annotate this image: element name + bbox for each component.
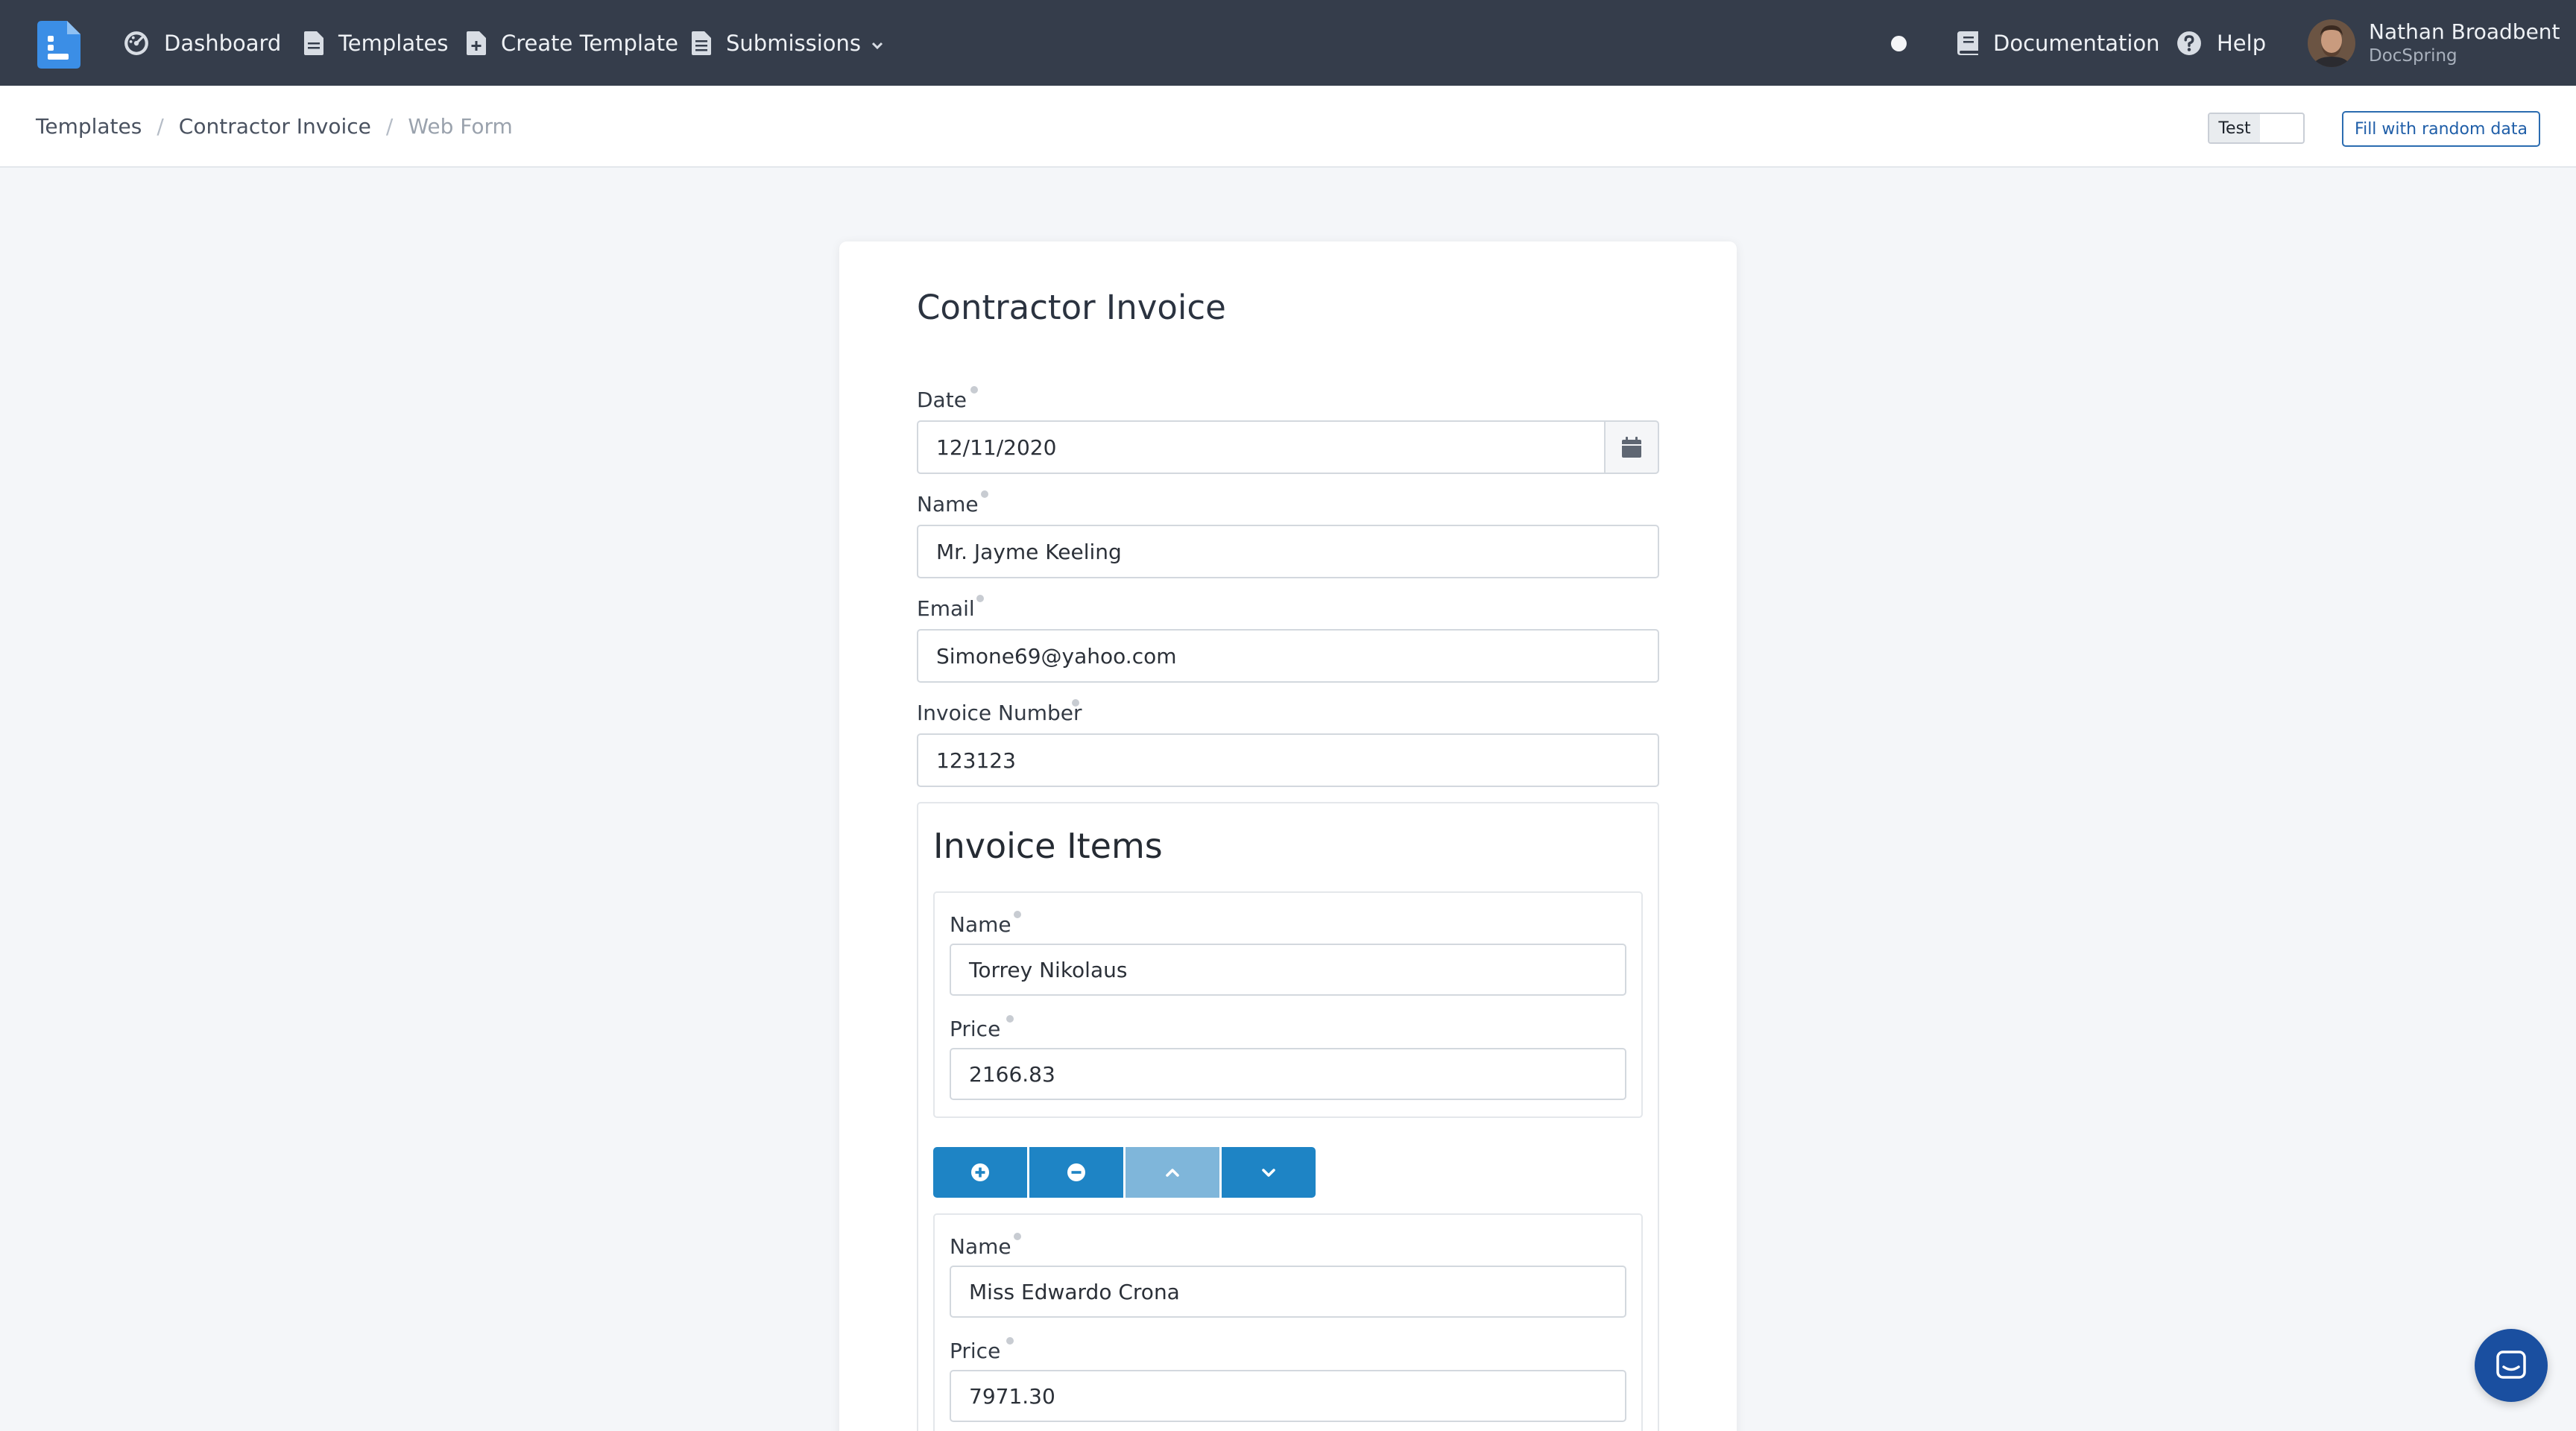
breadcrumb: Templates / Contractor Invoice / Web For… (36, 114, 513, 139)
required-indicator (976, 595, 984, 602)
breadcrumb-web-form: Web Form (408, 114, 513, 139)
required-indicator (1014, 911, 1021, 918)
item-name-input[interactable]: Torrey Nikolaus (950, 944, 1626, 996)
move-item-down-button[interactable] (1222, 1147, 1316, 1198)
name-input[interactable]: Mr. Jayme Keeling (917, 525, 1659, 578)
web-form-card: Contractor Invoice Date 12/11/2020 Name … (839, 241, 1737, 1431)
chat-launcher-button[interactable] (2475, 1329, 2548, 1402)
remove-item-button[interactable] (1029, 1147, 1123, 1198)
required-indicator (1014, 1233, 1021, 1240)
nav-templates-label: Templates (338, 30, 449, 56)
breadcrumb-separator: / (157, 114, 164, 139)
date-input[interactable]: 12/11/2020 (917, 420, 1606, 474)
item-array-controls (933, 1147, 1316, 1198)
date-label: Date (917, 388, 967, 412)
invoice-items-title: Invoice Items (933, 826, 1163, 866)
nav-help-label: Help (2217, 30, 2267, 56)
item-name-label: Name (950, 912, 1011, 937)
required-indicator (1072, 699, 1079, 707)
form-title: Contractor Invoice (917, 288, 1226, 327)
page-header: Templates / Contractor Invoice / Web For… (0, 86, 2576, 168)
fill-random-data-button[interactable]: Fill with random data (2342, 111, 2540, 147)
nav-create-template-label: Create Template (501, 30, 678, 56)
dashboard-icon (124, 31, 148, 55)
nav-dashboard-label: Dashboard (164, 30, 282, 56)
breadcrumb-separator: / (385, 114, 394, 139)
email-input[interactable]: Simone69@yahoo.com (917, 629, 1659, 683)
item-price-input[interactable]: 7971.30 (950, 1370, 1626, 1422)
chat-icon (2496, 1351, 2526, 1379)
nav-templates[interactable]: Templates (304, 0, 448, 86)
test-mode-toggle[interactable]: Test (2208, 113, 2305, 144)
breadcrumb-contractor-invoice[interactable]: Contractor Invoice (179, 114, 371, 139)
user-name[interactable]: Nathan Broadbent (2369, 19, 2560, 44)
invoice-number-label: Invoice Number (917, 701, 1082, 725)
name-label: Name (917, 492, 979, 517)
file-plus-icon (467, 31, 486, 55)
plus-circle-icon (971, 1163, 989, 1181)
nav-help[interactable]: Help (2176, 0, 2266, 86)
nav-documentation[interactable]: Documentation (1957, 0, 2160, 86)
nav-submissions[interactable]: Submissions (692, 0, 885, 86)
question-circle-icon (2177, 31, 2201, 55)
item-price-label: Price (950, 1017, 1001, 1041)
top-navbar: Dashboard Templates Create Template Subm… (0, 0, 2576, 86)
chevron-down-icon (1262, 1169, 1275, 1177)
nav-documentation-label: Documentation (1993, 30, 2160, 56)
add-item-button[interactable] (933, 1147, 1027, 1198)
item-name-label: Name (950, 1234, 1011, 1259)
date-picker-button[interactable] (1604, 420, 1659, 474)
file-lines-icon (692, 31, 711, 55)
calendar-icon (1622, 437, 1641, 458)
nav-create-template[interactable]: Create Template (467, 0, 678, 86)
item-name-input[interactable]: Miss Edwardo Crona (950, 1266, 1626, 1318)
nav-dashboard[interactable]: Dashboard (124, 0, 281, 86)
move-item-up-button[interactable] (1126, 1147, 1219, 1198)
chevron-up-icon (1166, 1169, 1179, 1177)
file-icon (304, 31, 323, 55)
required-indicator (1006, 1015, 1014, 1023)
email-label: Email (917, 596, 975, 621)
nav-submissions-label: Submissions (726, 30, 862, 56)
required-indicator (970, 386, 978, 394)
item-price-input[interactable]: 2166.83 (950, 1048, 1626, 1100)
invoice-number-input[interactable]: 123123 (917, 733, 1659, 787)
breadcrumb-templates[interactable]: Templates (36, 114, 142, 139)
required-indicator (981, 490, 988, 498)
test-mode-label: Test (2209, 114, 2260, 142)
book-icon (1957, 31, 1978, 55)
minus-circle-icon (1067, 1163, 1085, 1181)
required-indicator (1006, 1337, 1014, 1345)
status-indicator[interactable] (1891, 36, 1907, 51)
avatar[interactable] (2308, 19, 2355, 67)
user-organization: DocSpring (2369, 46, 2457, 66)
chevron-down-icon (871, 42, 883, 49)
docspring-logo-icon[interactable] (37, 21, 80, 69)
item-price-label: Price (950, 1339, 1001, 1363)
